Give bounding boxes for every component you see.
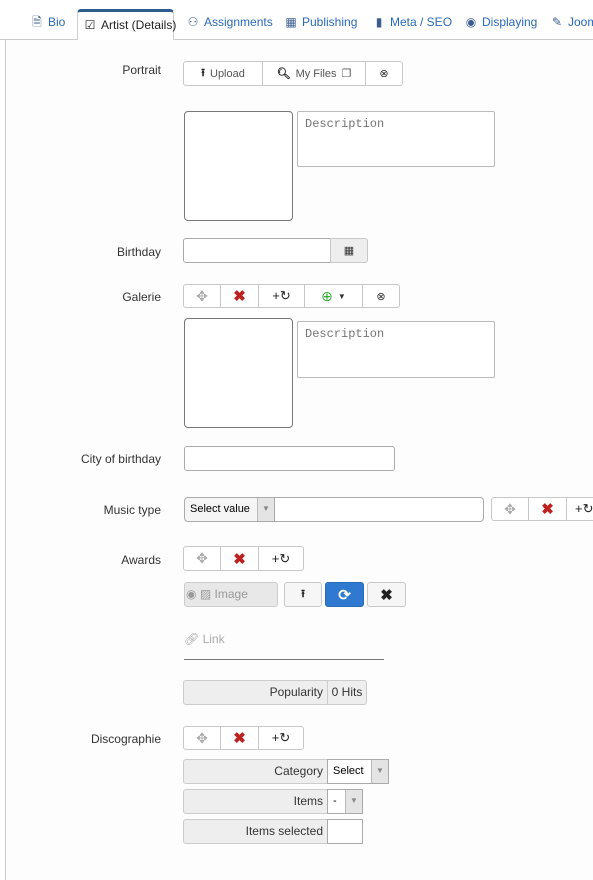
calendar-icon: ▦ bbox=[343, 245, 355, 257]
popularity-label: Popularity bbox=[183, 680, 328, 705]
insert-button[interactable]: +↻ bbox=[259, 547, 303, 570]
eye-icon: ◉ bbox=[465, 15, 477, 29]
plus-redo-icon: +↻ bbox=[575, 501, 593, 516]
portrait-description[interactable] bbox=[297, 111, 495, 167]
clear-button[interactable]: ⊗ bbox=[366, 62, 402, 85]
delete-button[interactable]: ✖ bbox=[221, 547, 259, 570]
upload-icon: ⭱ bbox=[301, 588, 305, 600]
delete-button[interactable]: ✖ bbox=[529, 498, 567, 520]
tab-bio[interactable]: 🗎 Bio bbox=[30, 9, 65, 40]
delete-icon: ✖ bbox=[233, 550, 246, 568]
tab-joom[interactable]: ✎ Joom bbox=[550, 9, 593, 40]
caret-down-icon: ▼ bbox=[337, 291, 346, 301]
tab-assignments[interactable]: ⚇ Assignments bbox=[186, 9, 273, 40]
plus-redo-icon: +↻ bbox=[271, 730, 291, 745]
pencil-icon: ✎ bbox=[551, 15, 563, 29]
music-type-input[interactable] bbox=[274, 497, 484, 522]
close-icon: ✖ bbox=[380, 586, 393, 604]
upload-button[interactable]: ⭱ Upload bbox=[184, 62, 263, 85]
award-upload-button[interactable]: ⭱ bbox=[284, 582, 322, 607]
sitemap-icon: ⚇ bbox=[187, 15, 199, 29]
move-button[interactable]: ✥ bbox=[184, 285, 221, 307]
delete-button[interactable]: ✖ bbox=[221, 285, 259, 307]
add-dropdown-button[interactable]: ⊕ ▼ bbox=[305, 285, 363, 307]
copy-icon: ❐ bbox=[341, 68, 352, 80]
items-selected-input[interactable] bbox=[327, 819, 363, 844]
insert-button[interactable]: +↻ bbox=[259, 285, 305, 307]
tab-publishing[interactable]: ▦ Publishing bbox=[284, 9, 357, 40]
move-icon: ✥ bbox=[504, 500, 516, 517]
items-label: Items bbox=[183, 789, 328, 814]
award-refresh-button[interactable]: ⟳ bbox=[325, 582, 364, 607]
birthday-input[interactable] bbox=[183, 238, 331, 263]
awards-toolbar: ✥ ✖ +↻ bbox=[183, 546, 304, 571]
clipboard-check-icon: ☑ bbox=[84, 18, 96, 32]
galerie-label: Galerie bbox=[122, 290, 161, 304]
music-type-label: Music type bbox=[103, 503, 161, 517]
clear-button[interactable]: ⊗ bbox=[363, 285, 399, 307]
image-icon: ▨ bbox=[199, 587, 212, 601]
galerie-preview[interactable] bbox=[184, 318, 293, 428]
portrait-toolbar: ⭱ Upload 🔍︎ My Files ❐ ⊗ bbox=[183, 61, 403, 86]
eye-icon: ◉ bbox=[186, 587, 197, 601]
category-label: Category bbox=[183, 759, 328, 784]
search-icon: 🔍︎ bbox=[276, 68, 291, 80]
move-icon: ✥ bbox=[196, 287, 208, 304]
discographie-toolbar: ✥ ✖ +↻ bbox=[183, 726, 304, 750]
galerie-description[interactable] bbox=[297, 321, 495, 378]
portrait-label: Portrait bbox=[122, 63, 161, 77]
delete-icon: ✖ bbox=[233, 288, 246, 305]
category-select[interactable]: Select ▼ bbox=[327, 759, 389, 784]
document-icon: 🗎 bbox=[32, 15, 42, 29]
birthday-label: Birthday bbox=[116, 245, 161, 259]
plus-redo-icon: +↻ bbox=[271, 550, 291, 566]
insert-button[interactable]: +↻ bbox=[259, 727, 303, 749]
tab-displaying[interactable]: ◉ Displaying bbox=[464, 9, 538, 40]
delete-icon: ✖ bbox=[541, 501, 554, 518]
caret-down-icon: ▼ bbox=[371, 760, 388, 783]
move-button[interactable]: ✥ bbox=[184, 547, 221, 570]
caret-down-icon: ▼ bbox=[257, 498, 274, 521]
music-type-toolbar: ✥ ✖ +↻ bbox=[491, 497, 593, 521]
move-icon: ✥ bbox=[196, 550, 208, 566]
awards-label: Awards bbox=[121, 553, 161, 567]
move-icon: ✥ bbox=[196, 729, 208, 746]
upload-icon: ⭱ bbox=[201, 67, 205, 79]
insert-button[interactable]: +↻ bbox=[567, 498, 593, 520]
discographie-label: Discographie bbox=[90, 732, 161, 746]
tab-artist-details[interactable]: ☑ Artist (Details) bbox=[77, 9, 176, 41]
tab-meta-seo[interactable]: ▮ Meta / SEO bbox=[372, 9, 452, 40]
bookmark-icon: ▮ bbox=[375, 15, 383, 29]
link-icon: 🔗︎ bbox=[184, 632, 200, 646]
delete-button[interactable]: ✖ bbox=[221, 727, 259, 749]
my-files-button[interactable]: 🔍︎ My Files ❐ bbox=[263, 62, 366, 85]
items-select[interactable]: - ▼ bbox=[327, 789, 363, 814]
tab-bar: 🗎 Bio ☑ Artist (Details) ⚇ Assignments ▦ Pub… bbox=[0, 0, 593, 41]
award-link-input[interactable]: 🔗︎ Link bbox=[184, 632, 384, 660]
items-selected-label: Items selected bbox=[183, 819, 328, 844]
refresh-icon: ⟳ bbox=[338, 586, 351, 604]
calendar-icon: ▦ bbox=[285, 15, 297, 29]
award-image-field[interactable]: ◉ ▨ Image bbox=[184, 582, 278, 607]
city-input[interactable] bbox=[184, 446, 395, 471]
close-circle-icon: ⊗ bbox=[379, 68, 389, 80]
move-button[interactable]: ✥ bbox=[492, 498, 529, 520]
caret-down-icon: ▼ bbox=[345, 790, 362, 813]
portrait-preview[interactable] bbox=[184, 111, 293, 221]
music-type-select[interactable]: Select value ▼ bbox=[184, 497, 275, 522]
galerie-toolbar: ✥ ✖ +↻ ⊕ ▼ ⊗ bbox=[183, 284, 400, 308]
city-label: City of birthday bbox=[80, 452, 161, 466]
plus-redo-icon: +↻ bbox=[272, 288, 291, 303]
award-remove-button[interactable]: ✖ bbox=[367, 582, 406, 607]
calendar-button[interactable]: ▦ bbox=[330, 238, 368, 263]
add-circle-icon: ⊕ bbox=[321, 287, 333, 304]
close-circle-icon: ⊗ bbox=[376, 290, 386, 303]
move-button[interactable]: ✥ bbox=[184, 727, 221, 749]
popularity-value: 0 Hits bbox=[327, 680, 367, 705]
delete-icon: ✖ bbox=[233, 730, 246, 747]
